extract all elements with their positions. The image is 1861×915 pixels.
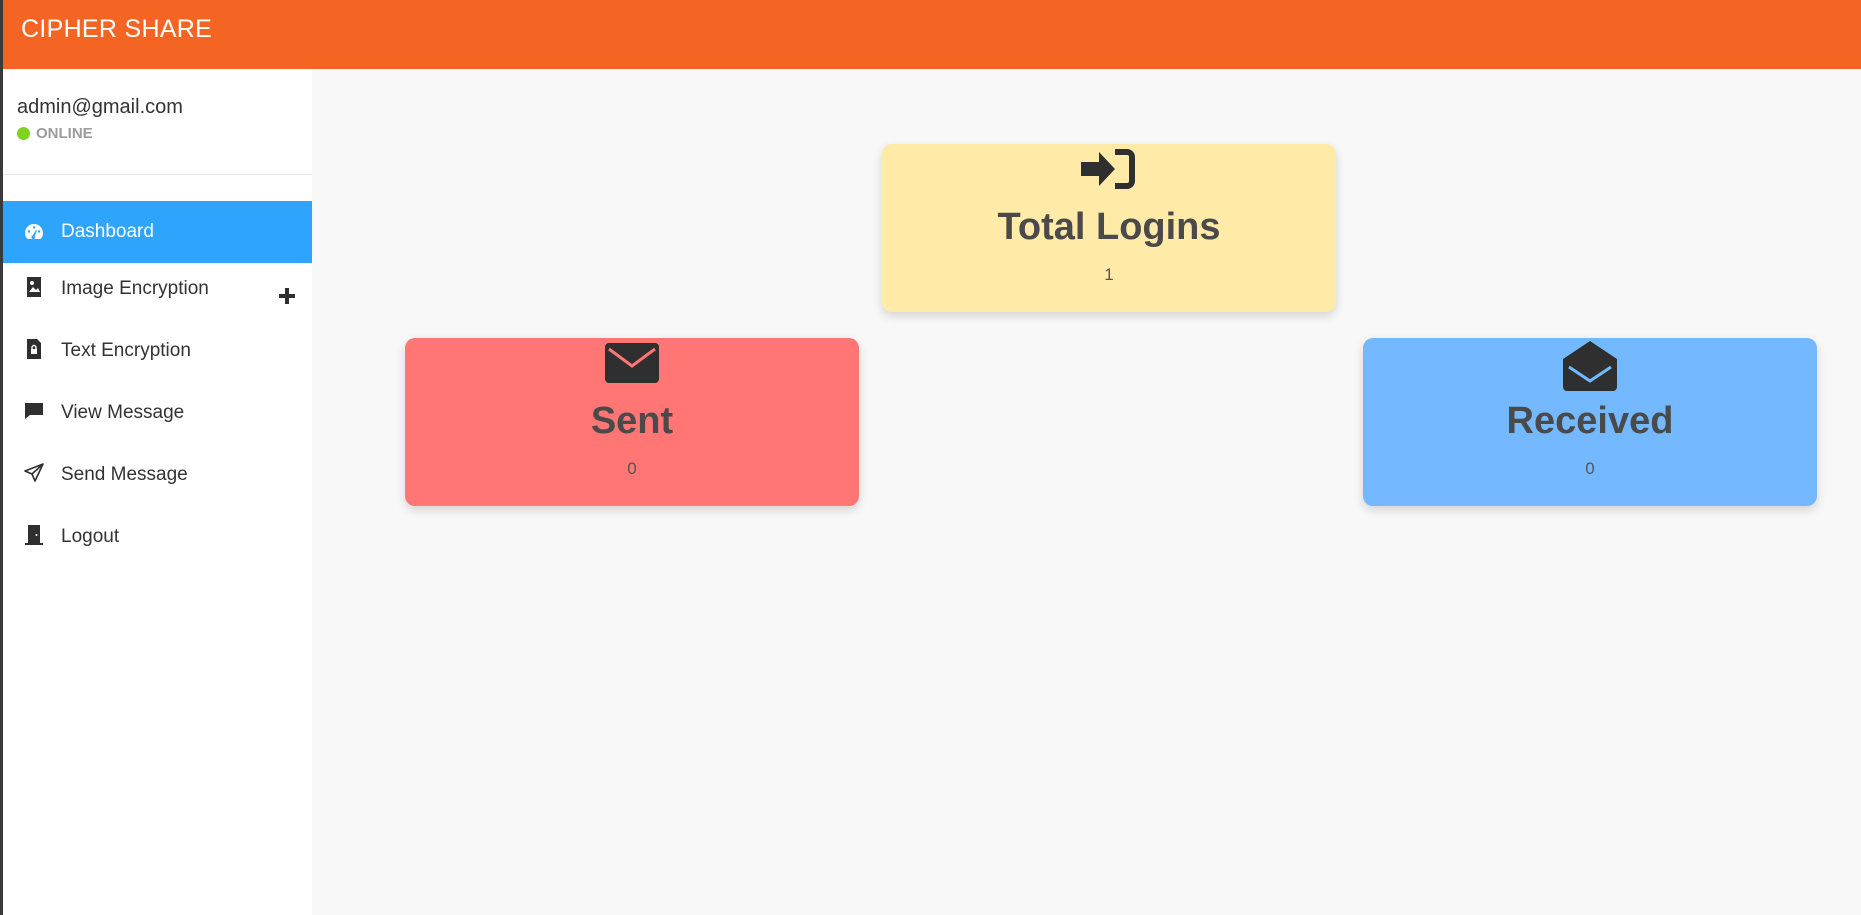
card-title: Total Logins bbox=[997, 206, 1221, 248]
sidebar-item-image-encryption[interactable]: Image Encryption bbox=[3, 263, 312, 325]
sidebar-item-view-message[interactable]: View Message bbox=[3, 387, 312, 449]
sent-card[interactable]: Sent 0 bbox=[405, 338, 859, 506]
online-dot-icon bbox=[17, 127, 30, 140]
top-header: CIPHER SHARE bbox=[3, 0, 1861, 69]
sidebar-item-label: Logout bbox=[61, 526, 120, 547]
sidebar-item-send-message[interactable]: Send Message bbox=[3, 449, 312, 511]
dashboard-icon bbox=[23, 221, 45, 243]
sidebar-item-label: Image Encryption bbox=[61, 278, 209, 299]
door-icon bbox=[23, 524, 45, 546]
sidebar-item-label: Dashboard bbox=[61, 221, 154, 242]
user-email: admin@gmail.com bbox=[17, 96, 183, 118]
app-window: CIPHER SHARE admin@gmail.com ONLINE Dash… bbox=[0, 0, 1861, 915]
sidebar: admin@gmail.com ONLINE Dashboard Image E… bbox=[3, 69, 312, 915]
card-value: 0 bbox=[627, 459, 637, 478]
sidebar-item-label: Send Message bbox=[61, 464, 188, 485]
sidebar-item-label: Text Encryption bbox=[61, 340, 191, 361]
brand-title[interactable]: CIPHER SHARE bbox=[21, 15, 212, 44]
status-indicator: ONLINE bbox=[17, 125, 93, 142]
expand-plus-icon[interactable] bbox=[278, 287, 296, 305]
envelope-open-icon bbox=[1363, 341, 1817, 391]
card-title: Received bbox=[1506, 400, 1674, 442]
received-card[interactable]: Received 0 bbox=[1363, 338, 1817, 506]
message-bubble-icon bbox=[23, 400, 45, 422]
paper-plane-icon bbox=[23, 462, 45, 484]
user-panel: admin@gmail.com ONLINE bbox=[3, 69, 312, 175]
card-title: Sent bbox=[590, 400, 674, 442]
sidebar-item-text-encryption[interactable]: Text Encryption bbox=[3, 325, 312, 387]
image-file-icon bbox=[23, 276, 45, 298]
envelope-closed-icon bbox=[405, 341, 859, 389]
sidebar-item-dashboard[interactable]: Dashboard bbox=[3, 201, 312, 263]
card-value: 0 bbox=[1585, 459, 1595, 478]
sidebar-item-logout[interactable]: Logout bbox=[3, 511, 312, 573]
sidebar-item-label: View Message bbox=[61, 402, 185, 423]
total-logins-card[interactable]: Total Logins 1 bbox=[882, 144, 1336, 312]
sidebar-nav: Dashboard Image Encryption Text Encrypti… bbox=[3, 201, 312, 573]
sign-in-icon bbox=[882, 147, 1336, 195]
status-text: ONLINE bbox=[36, 125, 93, 142]
locked-file-icon bbox=[23, 338, 45, 360]
card-value: 1 bbox=[1104, 265, 1114, 284]
